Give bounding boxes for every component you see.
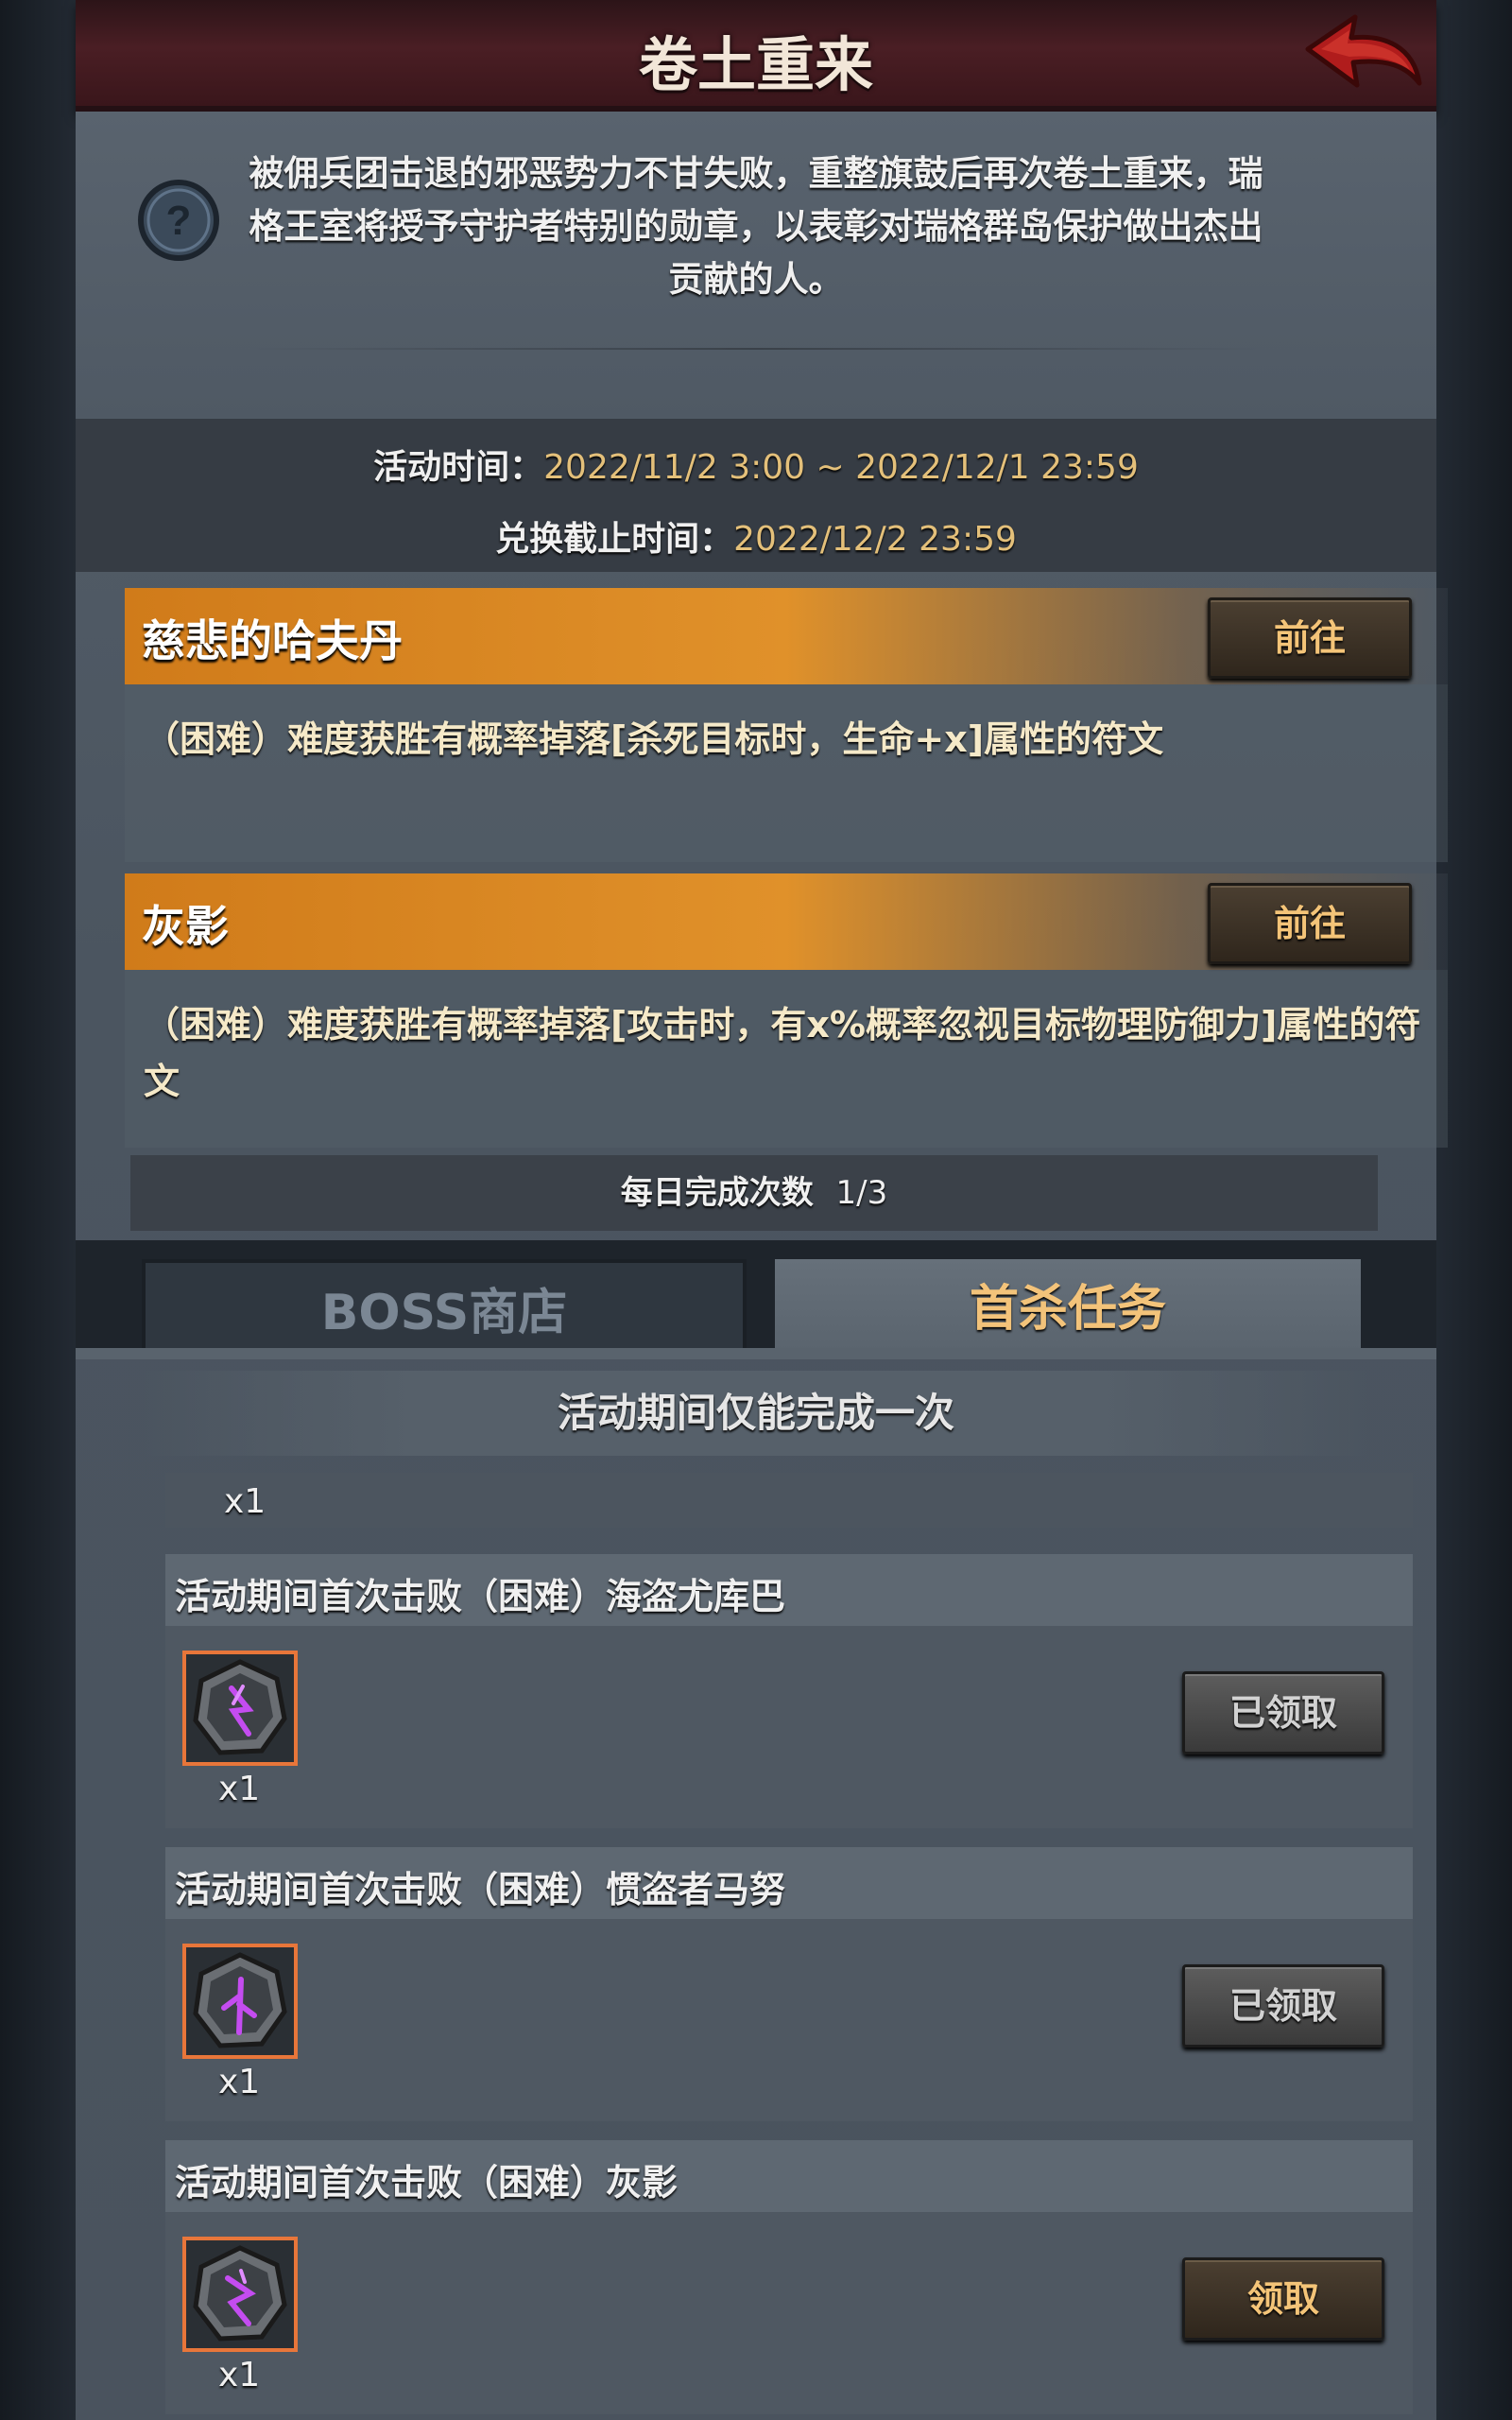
question-icon: ? xyxy=(138,180,219,261)
quest-name: 活动期间首次击败（困难）惯盗者马努 xyxy=(175,1869,786,1910)
event-panel: 卷土重来 ? 被佣兵团击退的邪恶势力不甘失败，重整旗鼓后再次卷土重来，瑞格王室将… xyxy=(76,0,1448,2420)
boss-name: 慈悲的哈夫丹 xyxy=(142,615,403,666)
event-description: 被佣兵团击退的邪恶势力不甘失败，重整旗鼓后再次卷土重来，瑞格王室将授予守护者特别… xyxy=(249,153,1263,300)
rune-stone-icon xyxy=(193,1659,287,1755)
tab-underline xyxy=(76,1348,1436,1359)
activity-time-label: 活动时间： xyxy=(373,448,544,487)
page-title: 卷土重来 xyxy=(638,30,873,99)
back-arrow-icon xyxy=(1305,14,1422,88)
boss-name: 灰影 xyxy=(142,901,229,952)
item-quantity: x1 xyxy=(218,2356,261,2394)
divider xyxy=(246,348,1266,350)
exchange-deadline-value: 2022/12/2 23:59 xyxy=(733,520,1017,559)
item-quantity: x1 xyxy=(224,1482,266,1521)
daily-completion: 每日完成次数 1/3 xyxy=(130,1155,1378,1231)
svg-text:?: ? xyxy=(166,198,192,244)
quest-row: 活动期间首次击败（困难）灰影 x1 领取 xyxy=(165,2140,1413,2414)
quest-section-title: 活动期间仅能完成一次 xyxy=(76,1371,1436,1456)
rune-stone-icon xyxy=(193,2245,287,2342)
activity-time-value: 2022/11/2 3:00 ~ 2022/12/1 23:59 xyxy=(543,448,1139,487)
boss-card: 慈悲的哈夫丹 前往 （困难）难度获胜有概率掉落[杀死目标时，生命+x]属性的符文 xyxy=(125,588,1448,862)
boss-card: 灰影 前往 （困难）难度获胜有概率掉落[攻击时，有x%概率忽视目标物理防御力]属… xyxy=(125,873,1448,1148)
quest-header: 活动期间首次击败（困难）惯盗者马努 xyxy=(165,1847,1413,1919)
boss-drop-description: （困难）难度获胜有概率掉落[杀死目标时，生命+x]属性的符文 xyxy=(144,718,1164,760)
claimed-button[interactable]: 已领取 xyxy=(1182,1964,1384,2048)
exchange-deadline-label: 兑换截止时间： xyxy=(495,520,734,559)
event-description-box: ? 被佣兵团击退的邪恶势力不甘失败，重整旗鼓后再次卷土重来，瑞格王室将授予守护者… xyxy=(76,112,1436,419)
go-button[interactable]: 前往 xyxy=(1208,883,1412,964)
left-backdrop xyxy=(0,0,76,2420)
list-item: x1 xyxy=(165,1473,1413,1528)
reward-item-slot[interactable] xyxy=(182,2237,298,2352)
reward-item-slot[interactable] xyxy=(182,1944,298,2059)
quest-header: 活动期间首次击败（困难）灰影 xyxy=(165,2140,1413,2212)
quest-name: 活动期间首次击败（困难）灰影 xyxy=(175,2162,679,2204)
item-quantity: x1 xyxy=(218,2063,261,2101)
reward-item-slot[interactable] xyxy=(182,1651,298,1766)
quest-row: 活动期间首次击败（困难）海盗尤库巴 x1 已领取 xyxy=(165,1554,1413,1828)
help-button[interactable]: ? xyxy=(136,178,221,263)
tab-first-kill-quests[interactable]: 首杀任务 xyxy=(775,1259,1361,1359)
event-time-box: 活动时间：2022/11/2 3:00 ~ 2022/12/1 23:59 兑换… xyxy=(76,419,1436,572)
tab-bar: BOSS商店 首杀任务 xyxy=(76,1240,1436,1359)
tab-boss-shop[interactable]: BOSS商店 xyxy=(142,1259,747,1359)
go-button[interactable]: 前往 xyxy=(1208,597,1412,679)
boss-drop-description: （困难）难度获胜有概率掉落[攻击时，有x%概率忽视目标物理防御力]属性的符文 xyxy=(144,1004,1421,1102)
claimed-button[interactable]: 已领取 xyxy=(1182,1671,1384,1754)
quest-name: 活动期间首次击败（困难）海盗尤库巴 xyxy=(175,1576,786,1617)
daily-completion-label: 每日完成次数 xyxy=(620,1174,814,1212)
back-button[interactable] xyxy=(1302,9,1425,100)
boss-card-header: 灰影 前往 xyxy=(125,873,1448,970)
activity-time: 活动时间：2022/11/2 3:00 ~ 2022/12/1 23:59 xyxy=(76,440,1436,489)
exchange-deadline: 兑换截止时间：2022/12/2 23:59 xyxy=(76,511,1436,561)
quest-row: 活动期间首次击败（困难）惯盗者马努 x1 已领取 xyxy=(165,1847,1413,2121)
item-quantity: x1 xyxy=(218,1770,261,1808)
daily-completion-value: 1/3 xyxy=(835,1174,888,1212)
rune-stone-icon xyxy=(193,1952,287,2048)
claim-button[interactable]: 领取 xyxy=(1182,2257,1384,2341)
right-backdrop xyxy=(1436,0,1512,2420)
title-bar: 卷土重来 xyxy=(76,0,1436,112)
quest-header: 活动期间首次击败（困难）海盗尤库巴 xyxy=(165,1554,1413,1626)
boss-card-header: 慈悲的哈夫丹 前往 xyxy=(125,588,1448,684)
